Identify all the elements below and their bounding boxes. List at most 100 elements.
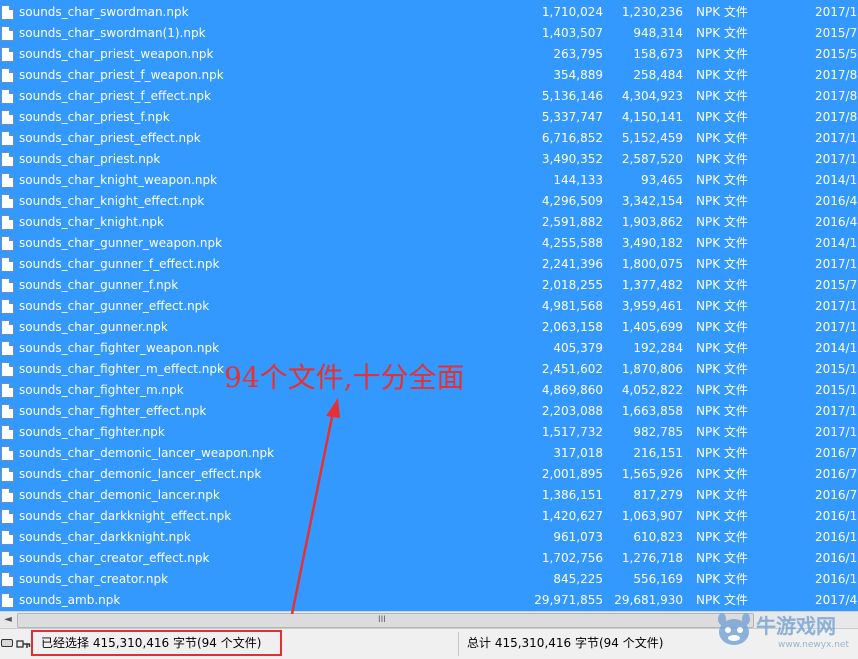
file-row[interactable]: sounds_char_creator.npk 845,225 556,169 NPK… [0,569,858,590]
npk-file-icon [1,320,14,335]
file-type: NPK 文件 [696,362,748,376]
modified-date: 2016/4 [815,194,858,208]
file-size: 845,225 [553,572,603,586]
file-row[interactable]: sounds_char_demonic_lancer.npk 1,386,151 8… [0,485,858,506]
npk-file-icon [1,425,14,440]
npk-file-icon [1,215,14,230]
file-list[interactable]: sounds_char_swordman.npk 1,710,024 1,230,2… [0,0,858,611]
file-row[interactable]: sounds_char_darkknight_effect.npk 1,420,6… [0,506,858,527]
file-type: NPK 文件 [696,488,748,502]
file-row[interactable]: sounds_char_priest_f.npk 5,337,747 4,150,1… [0,107,858,128]
modified-date: 2017/1 [815,5,858,19]
npk-file-icon [1,194,14,209]
file-name: sounds_char_knight_weapon.npk [19,173,218,187]
file-row[interactable]: sounds_char_knight_effect.npk 4,296,509 3,… [0,191,858,212]
file-size: 961,073 [553,530,603,544]
file-row[interactable]: sounds_char_knight_weapon.npk 144,133 93,4… [0,170,858,191]
file-row[interactable]: sounds_char_creator_effect.npk 1,702,756 1… [0,548,858,569]
file-size: 2,241,396 [541,257,603,271]
file-size: 1,420,627 [541,509,603,523]
file-row[interactable]: sounds_char_gunner_f_effect.npk 2,241,396… [0,254,858,275]
file-name: sounds_char_priest_f_weapon.npk [19,68,224,82]
file-type: NPK 文件 [696,530,748,544]
status-divider [458,632,459,656]
packed-size: 1,276,718 [621,551,683,565]
scrollbar-thumb[interactable]: III [17,613,754,628]
file-row[interactable]: sounds_char_swordman(1).npk 1,403,507 948,… [0,23,858,44]
npk-file-icon [1,47,14,62]
file-row[interactable]: sounds_char_demonic_lancer_weapon.npk 317… [0,443,858,464]
npk-file-icon [1,572,14,587]
packed-size: 3,490,182 [621,236,683,250]
file-size: 6,716,852 [541,131,603,145]
watermark-url: www.newyx.net [778,640,850,650]
modified-date: 2016/7 [815,488,858,502]
modified-date: 2016/12 [815,530,858,544]
modified-date: 2014/10 [815,341,858,355]
modified-date: 2015/7 [815,278,858,292]
file-size: 4,296,509 [541,194,603,208]
modified-date: 2016/12 [815,551,858,565]
file-name: sounds_char_creator_effect.npk [19,551,210,565]
file-row[interactable]: sounds_char_gunner_f.npk 2,018,255 1,377,4… [0,275,858,296]
file-size: 2,203,088 [541,404,603,418]
npk-file-icon [1,530,14,545]
packed-size: 1,870,806 [621,362,683,376]
npk-file-icon [1,299,14,314]
file-row[interactable]: sounds_char_demonic_lancer_effect.npk 2,0… [0,464,858,485]
packed-size: 1,800,075 [621,257,683,271]
file-row[interactable]: sounds_char_priest.npk 3,490,352 2,587,520… [0,149,858,170]
file-name: sounds_char_gunner_effect.npk [19,299,210,313]
modified-date: 2017/1 [815,257,858,271]
file-type: NPK 文件 [696,152,748,166]
file-type: NPK 文件 [696,572,748,586]
npk-file-icon [1,278,14,293]
status-selected: 已经选择 415,310,416 字节(94 个文件) [31,630,282,656]
file-name: sounds_char_gunner_weapon.npk [19,236,223,250]
file-size: 4,981,568 [541,299,603,313]
file-name: sounds_char_priest.npk [19,152,161,166]
file-size: 2,451,602 [541,362,603,376]
file-size: 263,795 [553,47,603,61]
file-name: sounds_char_darkknight_effect.npk [19,509,232,523]
file-name: sounds_char_swordman.npk [19,5,189,19]
file-row[interactable]: sounds_char_priest_weapon.npk 263,795 158,… [0,44,858,65]
packed-size: 1,565,926 [621,467,683,481]
file-name: sounds_amb.npk [19,593,121,607]
file-type: NPK 文件 [696,68,748,82]
file-name: sounds_char_fighter_m.npk [19,383,184,397]
npk-file-icon [1,362,14,377]
npk-file-icon [1,110,14,125]
file-row[interactable]: sounds_char_gunner_effect.npk 4,981,568 3,… [0,296,858,317]
file-row[interactable]: sounds_char_gunner.npk 2,063,158 1,405,699… [0,317,858,338]
file-row[interactable]: sounds_char_fighter_effect.npk 2,203,088 1… [0,401,858,422]
packed-size: 2,587,520 [621,152,683,166]
file-type: NPK 文件 [696,89,748,103]
file-type: NPK 文件 [696,194,748,208]
file-row[interactable]: sounds_char_swordman.npk 1,710,024 1,230,2… [0,2,858,23]
file-size: 5,136,146 [541,89,603,103]
npk-file-icon [1,257,14,272]
npk-file-icon [1,89,14,104]
scroll-left-arrow-icon[interactable]: ◄ [0,612,16,628]
modified-date: 2017/1 [815,131,858,145]
file-name: sounds_char_gunner_f.npk [19,278,179,292]
file-row[interactable]: sounds_char_priest_f_effect.npk 5,136,146… [0,86,858,107]
file-name: sounds_char_fighter_m_effect.npk [19,362,224,376]
modified-date: 2016/4 [815,215,858,229]
file-row[interactable]: sounds_char_priest_effect.npk 6,716,852 5,… [0,128,858,149]
packed-size: 3,342,154 [621,194,683,208]
file-name: sounds_char_knight.npk [19,215,164,229]
file-row[interactable]: sounds_char_darkknight.npk 961,073 610,823… [0,527,858,548]
file-size: 2,063,158 [541,320,603,334]
file-name: sounds_char_fighter_effect.npk [19,404,207,418]
file-row[interactable]: sounds_char_fighter.npk 1,517,732 982,785 N… [0,422,858,443]
file-row[interactable]: sounds_char_knight.npk 2,591,882 1,903,862… [0,212,858,233]
modified-date: 2016/12 [815,509,858,523]
file-type: NPK 文件 [696,110,748,124]
file-row[interactable]: sounds_char_priest_f_weapon.npk 354,889 25… [0,65,858,86]
modified-date: 2015/5 [815,47,858,61]
file-size: 1,386,151 [541,488,603,502]
file-row[interactable]: sounds_char_gunner_weapon.npk 4,255,588 3,… [0,233,858,254]
file-name: sounds_char_priest_effect.npk [19,131,201,145]
